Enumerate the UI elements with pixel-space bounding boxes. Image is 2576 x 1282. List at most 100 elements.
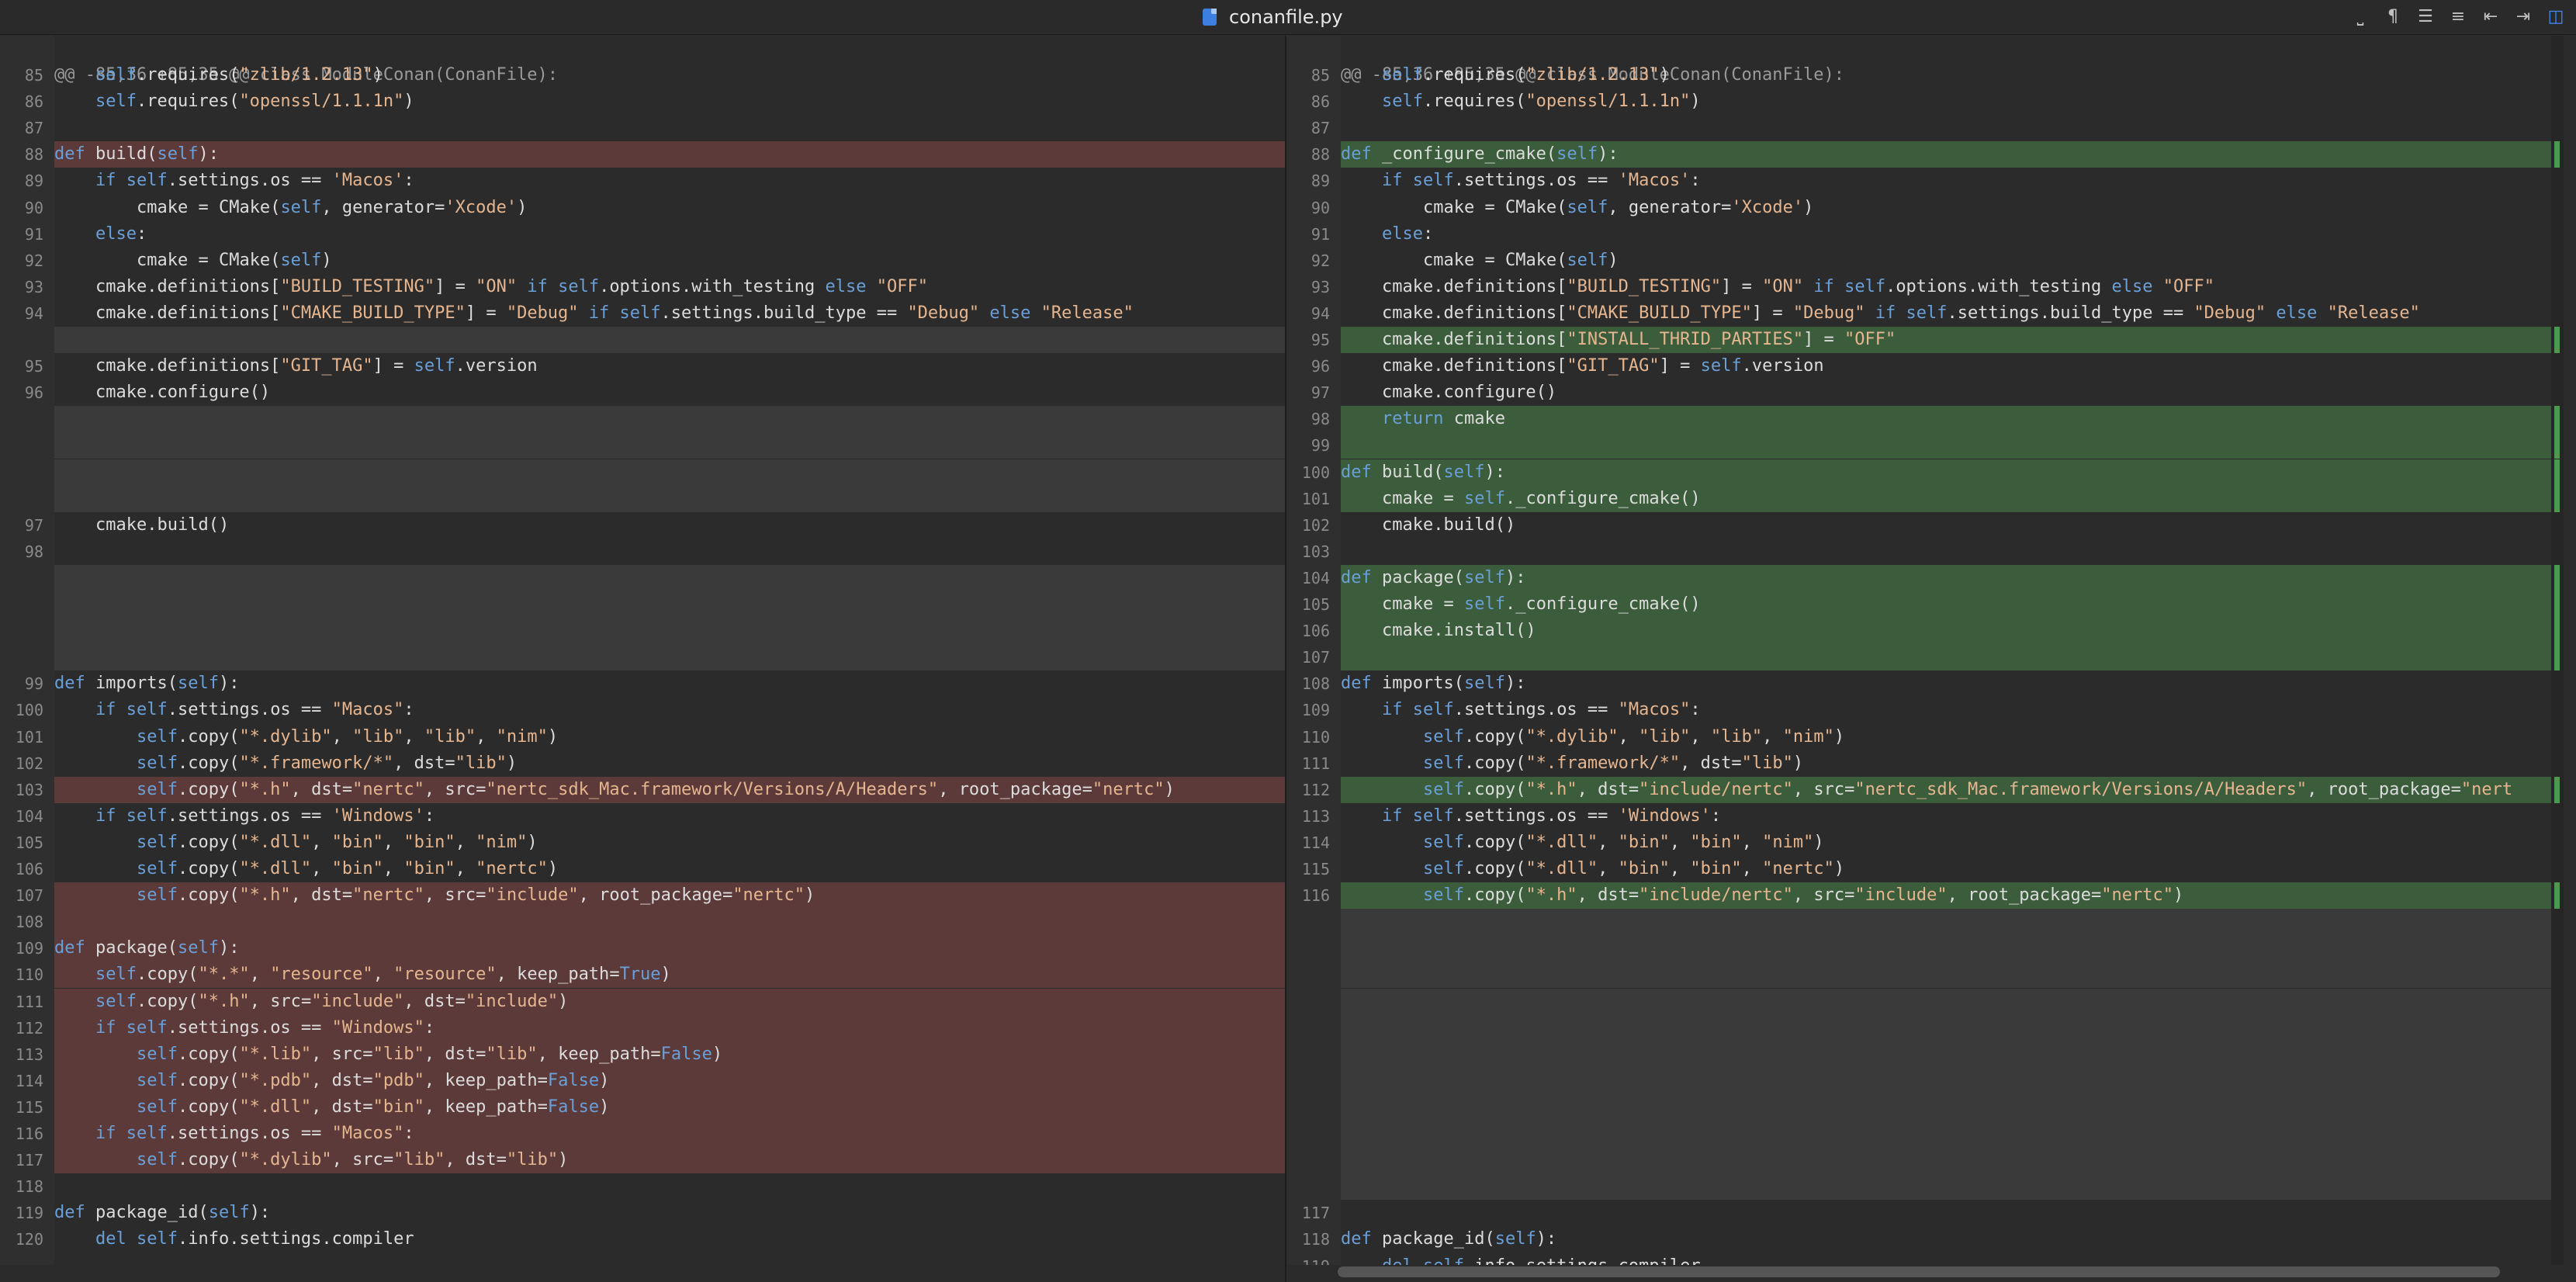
change-marker-strip[interactable] bbox=[2551, 36, 2564, 1265]
left-code-area[interactable]: @@ -85,36 +85,35 @@ class ModuleConan(Co… bbox=[16, 36, 1286, 1265]
code-line[interactable]: 114 self.copy("*.pdb", dst="pdb", keep_p… bbox=[16, 1067, 1286, 1094]
code-line[interactable]: 97 cmake.build() bbox=[25, 512, 1286, 539]
filler-row[interactable] bbox=[1341, 1173, 2564, 1201]
pilcrow-icon[interactable]: ¶ bbox=[2384, 5, 2402, 29]
code-line[interactable]: 110 self.copy("*.dylib", "lib", "lib", "… bbox=[1302, 724, 2564, 750]
code-line[interactable]: 113 self.copy("*.lib", src="lib", dst="l… bbox=[16, 1041, 1286, 1068]
code-line[interactable]: 117 bbox=[1302, 1200, 2564, 1226]
code-line[interactable]: 112 self.copy("*.h", dst="include/nertc"… bbox=[1302, 776, 2564, 803]
code-line[interactable]: 107 bbox=[1302, 644, 2564, 671]
code-line[interactable]: 114 self.copy("*.dll", "bin", "bin", "ni… bbox=[1302, 830, 2564, 856]
code-line[interactable]: 88 def _configure_cmake(self): bbox=[1311, 141, 2564, 168]
change-marker[interactable] bbox=[2554, 882, 2560, 910]
code-line[interactable]: 93 cmake.definitions["BUILD_TESTING"] = … bbox=[1311, 274, 2564, 300]
filler-row[interactable] bbox=[1341, 962, 2564, 989]
change-marker[interactable] bbox=[2554, 564, 2560, 591]
align-center-icon[interactable]: ≡ bbox=[2449, 5, 2467, 29]
change-marker[interactable] bbox=[2554, 591, 2560, 618]
horizontal-scrollbar[interactable] bbox=[1338, 1266, 2500, 1277]
code-line[interactable]: 115 self.copy("*.dll", "bin", "bin", "ne… bbox=[1302, 856, 2564, 882]
filler-row[interactable] bbox=[1341, 909, 2564, 936]
code-line[interactable]: 118 bbox=[16, 1173, 1286, 1200]
code-line[interactable]: 97 cmake.configure() bbox=[1311, 379, 2564, 406]
code-line[interactable]: 106 cmake.install() bbox=[1302, 618, 2564, 645]
code-line[interactable]: 103 bbox=[1302, 539, 2564, 565]
code-line[interactable]: 110 self.copy("*.*", "resource", "resour… bbox=[16, 962, 1286, 989]
right-diff-pane[interactable]: @@ -85,36 +85,35 @@ class ModuleConan(Co… bbox=[1286, 36, 2564, 1265]
code-line[interactable]: 89 if self.settings.os == 'Macos': bbox=[25, 168, 1286, 194]
code-line[interactable]: 108 def imports(self): bbox=[1302, 670, 2564, 697]
code-line[interactable]: 96 cmake.definitions["GIT_TAG"] = self.v… bbox=[1311, 353, 2564, 379]
code-line[interactable]: 94 cmake.definitions["CMAKE_BUILD_TYPE"]… bbox=[1311, 300, 2564, 327]
code-line[interactable]: 111 self.copy("*.h", src="include", dst=… bbox=[16, 988, 1286, 1015]
change-marker[interactable] bbox=[2554, 485, 2560, 512]
code-line[interactable]: 101 self.copy("*.dylib", "lib", "lib", "… bbox=[16, 724, 1286, 750]
code-line[interactable]: 116 if self.settings.os == "Macos": bbox=[16, 1121, 1286, 1147]
code-line[interactable]: 108 bbox=[16, 909, 1286, 936]
filler-row[interactable] bbox=[54, 591, 1286, 618]
code-line[interactable]: 112 if self.settings.os == "Windows": bbox=[16, 1014, 1286, 1041]
filler-row[interactable] bbox=[1341, 1014, 2564, 1041]
right-code-area[interactable]: @@ -85,36 +85,35 @@ class ModuleConan(Co… bbox=[1302, 36, 2564, 1265]
filler-row[interactable] bbox=[54, 618, 1286, 645]
filler-row[interactable] bbox=[1341, 1067, 2564, 1094]
code-line[interactable]: 119 def package_id(self): bbox=[16, 1200, 1286, 1226]
code-line[interactable]: 99 bbox=[1311, 432, 2564, 459]
filler-row[interactable] bbox=[1341, 1147, 2564, 1174]
code-line[interactable]: 98 return cmake bbox=[1311, 406, 2564, 433]
split-view-icon[interactable]: ◫ bbox=[2547, 5, 2565, 29]
change-marker[interactable] bbox=[2554, 406, 2560, 433]
align-left-icon[interactable]: ☰ bbox=[2416, 5, 2435, 29]
whitespace-icon[interactable]: ⎵ bbox=[2351, 5, 2370, 29]
code-line[interactable]: 90 cmake = CMake(self, generator='Xcode'… bbox=[1311, 195, 2564, 221]
code-line[interactable]: 92 cmake = CMake(self) bbox=[1311, 248, 2564, 274]
code-line[interactable]: 102 cmake.build() bbox=[1302, 512, 2564, 539]
code-line[interactable]: 86 self.requires("openssl/1.1.1n") bbox=[25, 88, 1286, 115]
code-line[interactable]: 105 cmake = self._configure_cmake() bbox=[1302, 591, 2564, 618]
code-line[interactable]: 99 def imports(self): bbox=[25, 670, 1286, 697]
code-line[interactable]: 103 self.copy("*.h", dst="nertc", src="n… bbox=[16, 776, 1286, 803]
code-line[interactable]: 105 self.copy("*.dll", "bin", "bin", "ni… bbox=[16, 830, 1286, 856]
code-line[interactable]: 101 cmake = self._configure_cmake() bbox=[1302, 485, 2564, 512]
indent-left-icon[interactable]: ⇤ bbox=[2481, 5, 2500, 29]
filler-row[interactable] bbox=[1341, 935, 2564, 962]
change-marker[interactable] bbox=[2554, 327, 2560, 353]
change-marker[interactable] bbox=[2554, 432, 2560, 459]
filler-row[interactable] bbox=[1341, 988, 2564, 1015]
code-line[interactable]: 117 self.copy("*.dylib", src="lib", dst=… bbox=[16, 1147, 1286, 1174]
code-line[interactable]: 107 self.copy("*.h", dst="nertc", src="i… bbox=[16, 882, 1286, 910]
code-line[interactable]: 89 if self.settings.os == 'Macos': bbox=[1311, 168, 2564, 194]
code-line[interactable]: 87 bbox=[1311, 115, 2564, 141]
filler-row[interactable] bbox=[54, 644, 1286, 671]
code-line[interactable]: 85 self.requires("zlib/1.2.13") bbox=[25, 62, 1286, 88]
left-diff-pane[interactable]: @@ -85,36 +85,35 @@ class ModuleConan(Co… bbox=[0, 36, 1286, 1265]
filler-row[interactable] bbox=[54, 459, 1286, 486]
code-line[interactable]: 88 def build(self): bbox=[25, 141, 1286, 168]
change-marker[interactable] bbox=[2554, 618, 2560, 645]
code-line[interactable]: 86 self.requires("openssl/1.1.1n") bbox=[1311, 88, 2564, 115]
code-line[interactable]: 91 else: bbox=[1311, 221, 2564, 248]
filler-row[interactable] bbox=[54, 485, 1286, 512]
code-line[interactable]: 104 def package(self): bbox=[1302, 564, 2564, 591]
code-line[interactable]: 92 cmake = CMake(self) bbox=[25, 248, 1286, 274]
filler-row[interactable] bbox=[54, 327, 1286, 353]
code-line[interactable]: 102 self.copy("*.framework/*", dst="lib"… bbox=[16, 750, 1286, 777]
code-line[interactable]: 118 def package_id(self): bbox=[1302, 1226, 2564, 1253]
code-line[interactable]: 113 if self.settings.os == 'Windows': bbox=[1302, 803, 2564, 830]
change-marker[interactable] bbox=[2554, 459, 2560, 486]
filler-row[interactable] bbox=[54, 564, 1286, 591]
filler-row[interactable] bbox=[1341, 1093, 2564, 1121]
code-line[interactable]: 91 else: bbox=[25, 221, 1286, 248]
code-line[interactable]: 100 def build(self): bbox=[1302, 459, 2564, 486]
change-marker[interactable] bbox=[2554, 141, 2560, 168]
code-line[interactable]: 95 cmake.definitions["INSTALL_THRID_PART… bbox=[1311, 327, 2564, 353]
code-line[interactable]: 115 self.copy("*.dll", dst="bin", keep_p… bbox=[16, 1093, 1286, 1121]
filler-row[interactable] bbox=[54, 406, 1286, 433]
code-line[interactable]: 111 self.copy("*.framework/*", dst="lib"… bbox=[1302, 750, 2564, 777]
code-line[interactable]: 109 def package(self): bbox=[16, 935, 1286, 962]
code-line[interactable]: 120 del self.info.settings.compiler bbox=[16, 1226, 1286, 1253]
filler-row[interactable] bbox=[1341, 1041, 2564, 1068]
code-line[interactable]: 116 self.copy("*.h", dst="include/nertc"… bbox=[1302, 882, 2564, 910]
code-line[interactable]: 90 cmake = CMake(self, generator='Xcode'… bbox=[25, 195, 1286, 221]
change-marker[interactable] bbox=[2554, 776, 2560, 803]
